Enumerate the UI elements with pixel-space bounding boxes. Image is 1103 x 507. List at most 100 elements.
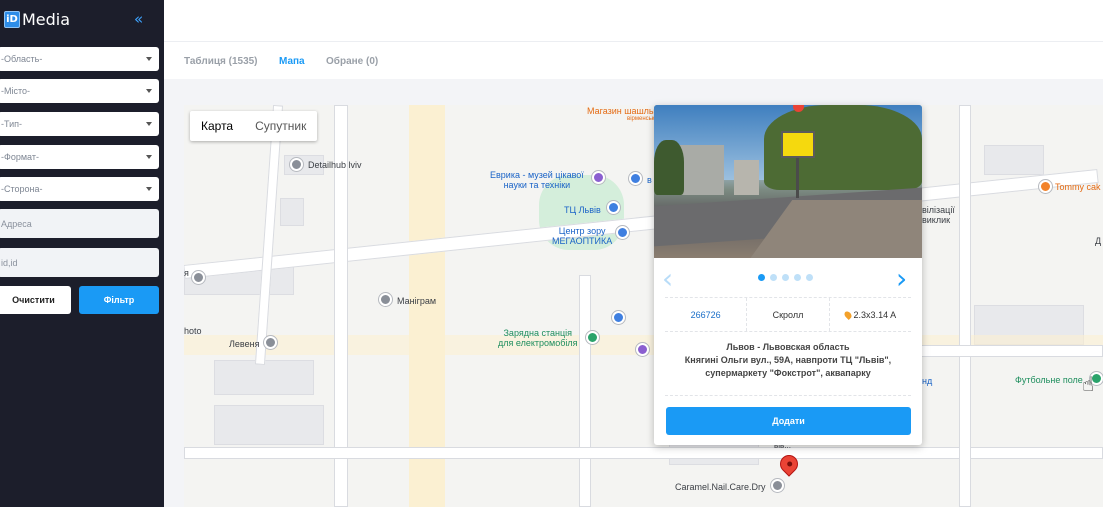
- poi-tommy: Tommy cak: [1055, 182, 1101, 192]
- building: [214, 405, 324, 445]
- street: [959, 105, 971, 507]
- poi-evrika-line1: Еврика - музей цікавої: [490, 170, 584, 180]
- pagination-dot[interactable]: [806, 274, 813, 281]
- address-line-3: супермаркету "Фокстрот", аквапарку: [705, 368, 871, 378]
- type-select-label: -Тип-: [1, 119, 22, 129]
- ids-input[interactable]: id,id: [0, 248, 159, 277]
- map-type-satellite-button[interactable]: Супутник: [244, 111, 317, 141]
- place-pin-icon[interactable]: [636, 343, 649, 356]
- poi-evrika-line2: науки та техніки: [503, 180, 571, 190]
- address-placeholder: Адреса: [1, 218, 32, 229]
- region-select-label: -Область-: [1, 54, 43, 64]
- tab-table[interactable]: Таблиця (1535): [184, 56, 258, 67]
- billboard-address: Львов - Львовская область Княгині Ольги …: [665, 341, 911, 380]
- billboard-id[interactable]: 266726: [665, 298, 746, 331]
- city-select-label: -Місто-: [1, 86, 31, 96]
- parking-pin-icon[interactable]: [612, 311, 625, 324]
- restaurant-pin-icon[interactable]: [1039, 180, 1052, 193]
- poi-ev-line2: для електромобіля: [498, 338, 578, 348]
- poi-partial-3: нд: [922, 376, 933, 386]
- place-pin-icon[interactable]: [379, 293, 392, 306]
- poi-evrika: Еврика - музей цікавої науки та техніки: [490, 170, 584, 190]
- chevron-down-icon: [146, 122, 152, 126]
- poi-photo: hoto: [184, 326, 202, 336]
- side-select-label: -Сторона-: [1, 184, 43, 194]
- poi-partial-ya: я: [184, 268, 189, 278]
- side-select[interactable]: -Сторона-: [0, 177, 159, 201]
- address-line-2: Княгині Ольги вул., 59А, навпроти ТЦ "Ль…: [684, 355, 892, 365]
- museum-pin-icon[interactable]: [592, 171, 605, 184]
- poi-football: Футбольне поле: [1015, 375, 1083, 385]
- divider: [665, 395, 911, 396]
- ev-charging-pin-icon[interactable]: [586, 331, 599, 344]
- pagination-dot[interactable]: [782, 274, 789, 281]
- building: [214, 360, 314, 395]
- top-bar: [164, 0, 1103, 42]
- chevron-down-icon: [146, 187, 152, 191]
- region-select[interactable]: -Область-: [0, 47, 159, 71]
- filter-button[interactable]: Фільтр: [79, 286, 159, 314]
- format-select[interactable]: -Формат-: [0, 145, 159, 169]
- tab-map[interactable]: Мапа: [279, 56, 305, 67]
- hand-cursor-icon: ☝: [1082, 372, 1095, 396]
- billboard-photo[interactable]: [654, 105, 922, 258]
- clear-button[interactable]: Очистити: [0, 286, 71, 314]
- poi-manigram: Маніграм: [397, 296, 437, 306]
- street: [904, 345, 1103, 357]
- prev-photo-icon[interactable]: ‹: [662, 265, 673, 293]
- next-photo-icon[interactable]: ›: [896, 265, 907, 293]
- photo-pole: [796, 158, 799, 198]
- photo-billboard: [781, 131, 815, 158]
- photo-pagination: [758, 274, 813, 281]
- logo[interactable]: iD Media: [4, 10, 70, 29]
- billboard-type: Скролл: [746, 298, 828, 331]
- poi-ev-line1: Зарядна станція: [503, 328, 572, 338]
- street: [254, 105, 284, 366]
- tab-favorites[interactable]: Обране (0): [326, 56, 378, 67]
- place-pin-icon[interactable]: [290, 158, 303, 171]
- map-type-map-button[interactable]: Карта: [190, 111, 244, 141]
- billboard-size: 2.3x3.14 A: [828, 298, 911, 331]
- shop-pin-icon[interactable]: [607, 201, 620, 214]
- poi-partial-v: в: [647, 175, 652, 185]
- poi-shop: Магазин шашлы: [587, 106, 656, 116]
- map[interactable]: Карта Супутник Магазин шашлы вірменсько …: [184, 105, 1103, 507]
- city-select[interactable]: -Місто-: [0, 79, 159, 103]
- pagination-dot[interactable]: [794, 274, 801, 281]
- pagination-dot[interactable]: [758, 274, 765, 281]
- app: iD Media « -Область- -Місто- -Тип- -Форм…: [0, 0, 1103, 507]
- place-pin-icon[interactable]: [771, 479, 784, 492]
- address-line-1: Львов - Львовская область: [726, 342, 850, 352]
- chevron-down-icon: [146, 57, 152, 61]
- address-input[interactable]: Адреса: [0, 209, 159, 238]
- billboard-popup: ‹ › 266726 Скролл 2.3x3.14 A Львов - Льв…: [654, 105, 922, 445]
- pagination-dot[interactable]: [770, 274, 777, 281]
- poi-optika: Центр зору МЕГАОПТИКА: [552, 226, 612, 246]
- billboard-info-row: 266726 Скролл 2.3x3.14 A: [665, 297, 911, 332]
- sidebar: iD Media « -Область- -Місто- -Тип- -Форм…: [0, 0, 164, 507]
- shop-pin-icon[interactable]: [629, 172, 642, 185]
- street: [579, 275, 591, 507]
- ids-placeholder: id,id: [1, 257, 18, 268]
- building: [280, 198, 304, 226]
- poi-optika-line1: Центр зору: [558, 226, 606, 236]
- add-button[interactable]: Додати: [666, 407, 911, 435]
- poi-partial-2: виклик: [922, 215, 951, 225]
- place-pin-icon[interactable]: [192, 271, 205, 284]
- place-pin-icon[interactable]: [264, 336, 277, 349]
- logo-text: Media: [22, 10, 71, 29]
- chevron-down-icon: [146, 155, 152, 159]
- poi-detailhub: Detailhub lviv: [308, 160, 362, 170]
- billboard-size-text: 2.3x3.14 A: [853, 309, 897, 320]
- poi-partial-1: вілізації: [922, 205, 955, 215]
- poi-optika-line2: МЕГАОПТИКА: [552, 236, 613, 246]
- shop-pin-icon[interactable]: [616, 226, 629, 239]
- map-type-control: Карта Супутник: [190, 111, 318, 141]
- photo-trees: [654, 140, 684, 195]
- poi-levenya: Левеня: [229, 339, 260, 349]
- poi-partial-d: Д: [1095, 236, 1102, 246]
- poi-ev-station: Зарядна станція для електромобіля: [498, 328, 577, 348]
- collapse-sidebar-icon[interactable]: «: [134, 10, 143, 28]
- type-select[interactable]: -Тип-: [0, 112, 159, 136]
- poi-caramel: Caramel.Nail.Care.Dry: [675, 482, 766, 492]
